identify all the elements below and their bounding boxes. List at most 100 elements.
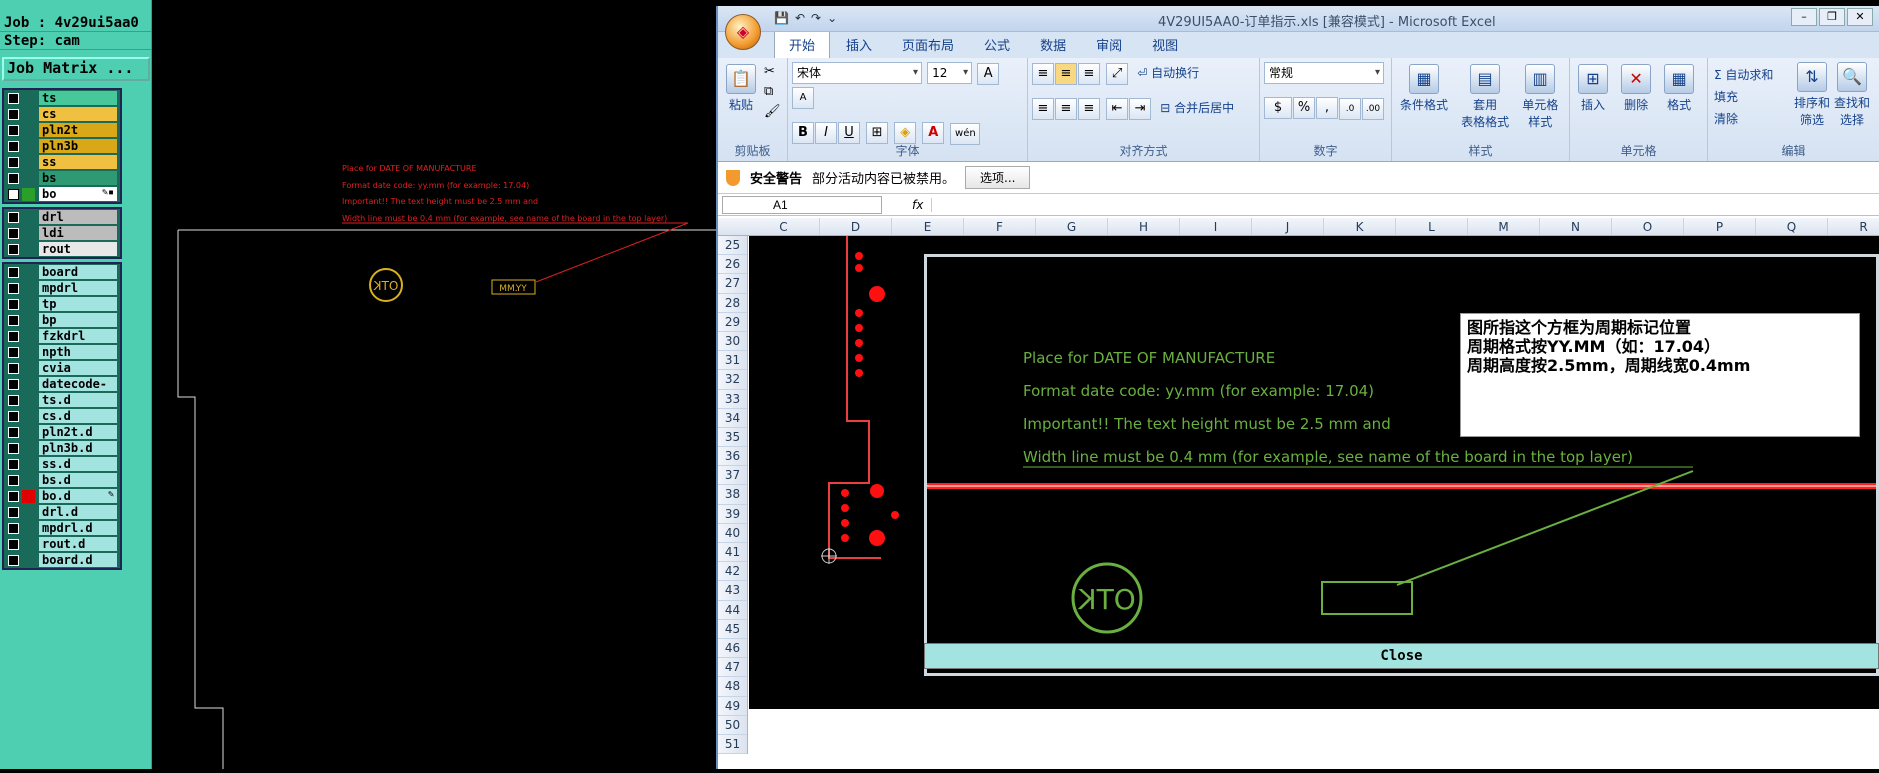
layer-row-cvia[interactable]: cvia [4,360,120,376]
layer-checkbox[interactable] [8,378,19,390]
row-header[interactable]: 31 [718,351,747,371]
format-cells-button[interactable]: ▦ 格式 [1664,64,1695,113]
layer-row-npth[interactable]: npth [4,344,120,360]
align-right-icon[interactable]: ≡ [1078,98,1100,120]
layer-row-pln3b-d[interactable]: pln3b.d [4,440,120,456]
column-header[interactable]: P [1684,218,1756,235]
name-box[interactable]: A1 [722,195,882,214]
layer-row-ss-d[interactable]: ss.d [4,456,120,472]
row-header[interactable]: 29 [718,313,747,332]
column-header[interactable]: I [1180,218,1252,235]
tab-6[interactable]: 视图 [1138,31,1192,58]
row-header[interactable]: 35 [718,428,747,448]
delete-cells-button[interactable]: ✕ 删除 [1621,64,1652,113]
layer-checkbox[interactable] [8,140,19,152]
save-icon[interactable]: 💾 [774,11,789,25]
close-window-button[interactable]: ✕ [1847,8,1873,26]
layer-row-ts-d[interactable]: ts.d [4,392,120,408]
layer-checkbox[interactable] [8,188,19,200]
column-header[interactable]: L [1396,218,1468,235]
row-header[interactable]: 33 [718,390,747,409]
currency-icon[interactable]: $ [1264,97,1292,119]
layer-checkbox[interactable] [8,554,19,566]
layer-checkbox[interactable] [8,522,19,534]
number-format-select[interactable]: 常规 [1264,62,1384,84]
layer-row-mpdrl-d[interactable]: mpdrl.d [4,520,120,536]
row-header[interactable]: 41 [718,543,747,563]
layer-checkbox[interactable] [8,243,19,255]
grow-font-icon[interactable]: A [977,63,1000,85]
row-header[interactable]: 49 [718,697,747,716]
layer-checkbox[interactable] [8,410,19,422]
row-header[interactable]: 36 [718,447,747,467]
security-options-button[interactable]: 选项... [965,166,1031,189]
layer-row-bs-d[interactable]: bs.d [4,472,120,488]
row-header[interactable]: 48 [718,677,747,697]
layer-checkbox[interactable] [8,490,19,502]
layer-row-mpdrl[interactable]: mpdrl [4,280,120,296]
column-header[interactable]: O [1612,218,1684,235]
layer-row-bo[interactable]: bo ✎▪ [4,186,120,202]
font-name-select[interactable]: 宋体 [792,62,922,84]
align-bottom-icon[interactable]: ≡ [1078,63,1100,85]
sort-filter-button[interactable]: ⇅ 排序和 筛选 [1794,62,1830,128]
shrink-font-icon[interactable]: A [792,87,814,109]
layer-checkbox[interactable] [8,298,19,310]
layer-checkbox[interactable] [8,282,19,294]
wrap-text-button[interactable]: ⏎ 自动换行 [1134,62,1202,84]
layer-row-pln2t-d[interactable]: pln2t.d [4,424,120,440]
job-matrix-button[interactable]: Job Matrix ... [2,57,150,81]
row-header[interactable]: 43 [718,581,747,601]
row-header[interactable]: 37 [718,466,747,486]
layer-checkbox[interactable] [8,211,19,223]
fill-color-icon[interactable]: ◈ [894,122,917,144]
row-header[interactable]: 26 [718,255,747,275]
conditional-format-button[interactable]: ▦ 条件格式 [1400,64,1448,113]
align-left-icon[interactable]: ≡ [1032,98,1054,120]
cut-icon[interactable]: ✂ [764,62,781,82]
row-header[interactable]: 46 [718,639,747,659]
row-header[interactable]: 38 [718,485,747,505]
genesis-graphic-canvas[interactable]: Place for DATE OF MANUFACTURE Format dat… [152,0,718,769]
row-header[interactable]: 30 [718,332,747,352]
autosum-button[interactable]: Σ 自动求和 [1714,64,1773,86]
layer-checkbox[interactable] [8,442,19,454]
layer-checkbox[interactable] [8,426,19,438]
layer-row-board-d[interactable]: board.d [4,552,120,568]
row-header[interactable]: 50 [718,716,747,735]
layer-checkbox[interactable] [8,346,19,358]
layer-row-drl-d[interactable]: drl.d [4,504,120,520]
layer-checkbox[interactable] [8,156,19,168]
customize-qat-icon[interactable]: ⌄ [827,11,837,25]
layer-row-bs[interactable]: bs [4,170,120,186]
tab-5[interactable]: 审阅 [1082,31,1136,58]
layer-checkbox[interactable] [8,92,19,104]
layer-checkbox[interactable] [8,362,19,374]
format-as-table-button[interactable]: ▤ 套用 表格格式 [1461,64,1509,130]
layer-row-ts[interactable]: ts [4,90,120,106]
undo-icon[interactable]: ↶ [795,11,805,25]
layer-row-board[interactable]: board [4,264,120,280]
column-header[interactable]: F [964,218,1036,235]
format-painter-icon[interactable]: 🖌 [764,102,781,122]
layer-checkbox[interactable] [8,474,19,486]
layer-row-rout-d[interactable]: rout.d [4,536,120,552]
layer-row-fzkdrl[interactable]: fzkdrl [4,328,120,344]
fill-button[interactable]: 填充 [1714,86,1773,108]
layer-checkbox[interactable] [8,172,19,184]
column-header[interactable]: J [1252,218,1324,235]
percent-icon[interactable]: % [1293,97,1315,119]
find-select-button[interactable]: 🔍 查找和 选择 [1834,62,1870,128]
align-top-icon[interactable]: ≡ [1032,63,1054,85]
underline-button[interactable]: U [838,122,860,144]
layer-checkbox[interactable] [8,314,19,326]
row-header[interactable]: 25 [718,236,747,256]
tab-1[interactable]: 插入 [832,31,886,58]
merge-center-button[interactable]: ⊟ 合并后居中 [1157,97,1237,119]
paste-button[interactable]: 📋 粘贴 [726,64,756,113]
row-header[interactable]: 39 [718,505,747,524]
tab-2[interactable]: 页面布局 [888,31,968,58]
layer-row-bp[interactable]: bp [4,312,120,328]
column-header[interactable]: G [1036,218,1108,235]
border-icon[interactable]: ⊞ [866,122,889,144]
